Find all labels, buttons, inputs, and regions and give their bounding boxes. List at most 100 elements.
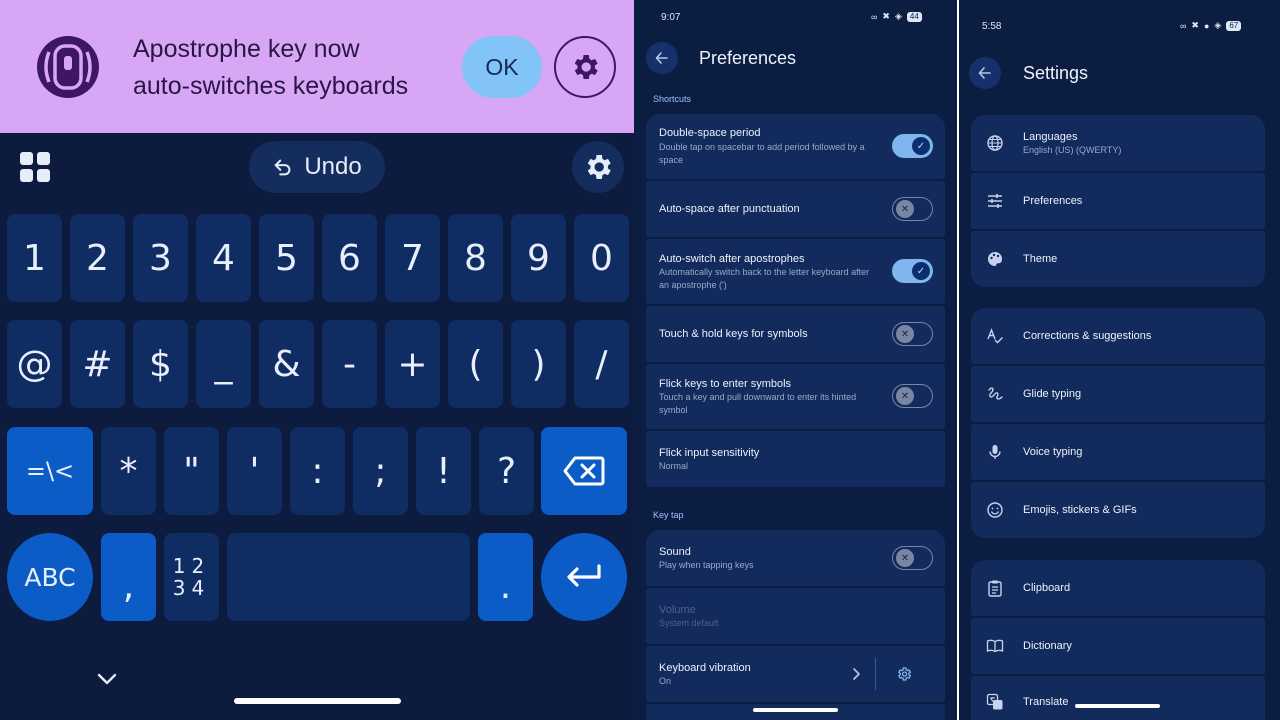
pref-auto-space[interactable]: Auto-space after punctuation ✕: [646, 181, 945, 237]
key-question[interactable]: ?: [479, 427, 534, 515]
pref-title: Auto-switch after apostrophes: [659, 253, 805, 265]
pref-title: Sound: [659, 546, 691, 558]
pref-title: Keyboard vibration: [659, 662, 751, 674]
settings-item-clipboard[interactable]: Clipboard: [971, 560, 1265, 616]
key-underscore[interactable]: _: [196, 320, 251, 408]
keyboard-settings-button[interactable]: [572, 141, 624, 193]
settings-item-emojis[interactable]: Emojis, stickers & GIFs: [971, 482, 1265, 538]
settings-item-corrections[interactable]: Corrections & suggestions: [971, 308, 1265, 364]
pref-flick-sensitivity[interactable]: Flick input sensitivity Normal: [646, 431, 945, 487]
key-9[interactable]: 9: [511, 214, 566, 302]
key-hash[interactable]: #: [70, 320, 125, 408]
settings-item-languages[interactable]: Languages English (US) (QWERTY): [971, 115, 1265, 171]
apps-grid-icon[interactable]: [20, 152, 50, 182]
pref-auto-switch-apostrophes[interactable]: Auto-switch after apostrophes Automatica…: [646, 239, 945, 304]
enter-icon: [567, 564, 601, 587]
toggle-touch-hold[interactable]: ✕: [892, 322, 933, 346]
settings-item-title: Languages: [1023, 131, 1078, 143]
keyboard-panel: Apostrophe key now auto-switches keyboar…: [0, 0, 634, 720]
settings-item-voice-typing[interactable]: Voice typing: [971, 424, 1265, 480]
settings-item-title: Translate: [1023, 696, 1069, 708]
gesture-nav-handle[interactable]: [1075, 704, 1160, 708]
key-6[interactable]: 6: [322, 214, 377, 302]
page-title: Settings: [1023, 63, 1089, 83]
settings-item-translate[interactable]: Translate: [971, 676, 1265, 720]
toggle-auto-space[interactable]: ✕: [892, 197, 933, 221]
key-asterisk[interactable]: *: [101, 427, 156, 515]
status-time: 9:07: [661, 12, 681, 23]
divider: [875, 658, 876, 690]
key-1[interactable]: 1: [7, 214, 62, 302]
key-colon[interactable]: :: [290, 427, 345, 515]
gesture-nav-handle[interactable]: [234, 698, 401, 704]
key-close-paren[interactable]: ): [511, 320, 566, 408]
gesture-nav-handle[interactable]: [753, 708, 838, 712]
gear-icon[interactable]: [896, 666, 912, 682]
more-symbols-key[interactable]: =\<: [7, 427, 93, 515]
key-exclamation[interactable]: !: [416, 427, 471, 515]
settings-item-dictionary[interactable]: Dictionary: [971, 618, 1265, 674]
pref-keyboard-vibration[interactable]: Keyboard vibration On: [646, 646, 945, 702]
check-icon: ✓: [912, 262, 930, 280]
arrow-left-icon: [978, 67, 991, 79]
key-slash[interactable]: /: [574, 320, 629, 408]
banner-settings-button[interactable]: [554, 36, 616, 98]
x-icon: ✕: [896, 549, 914, 567]
key-open-paren[interactable]: (: [448, 320, 503, 408]
banner-message-line2: auto-switches keyboards: [133, 72, 409, 100]
key-plus[interactable]: +: [385, 320, 440, 408]
settings-item-theme[interactable]: Theme: [971, 231, 1265, 287]
pref-touch-hold[interactable]: Touch & hold keys for symbols ✕: [646, 306, 945, 362]
key-semicolon[interactable]: ;: [353, 427, 408, 515]
wifi-icon: ◈: [1214, 20, 1222, 30]
toggle-sound[interactable]: ✕: [892, 546, 933, 570]
pref-sound[interactable]: Sound Play when tapping keys ✕: [646, 530, 945, 586]
backspace-key[interactable]: [541, 427, 627, 515]
key-minus[interactable]: -: [322, 320, 377, 408]
pref-title: Double-space period: [659, 127, 761, 139]
toggle-flick-keys[interactable]: ✕: [892, 384, 933, 408]
back-button[interactable]: [646, 42, 678, 74]
pref-flick-keys[interactable]: Flick keys to enter symbols Touch a key …: [646, 364, 945, 429]
banner-ok-button[interactable]: OK: [462, 36, 542, 98]
undo-icon: [274, 159, 291, 176]
key-double-quote[interactable]: ": [164, 427, 219, 515]
gesture-icon: [988, 387, 1003, 400]
key-apostrophe[interactable]: ': [227, 427, 282, 515]
key-5[interactable]: 5: [259, 214, 314, 302]
enter-key[interactable]: [541, 533, 627, 621]
key-3[interactable]: 3: [133, 214, 188, 302]
key-0[interactable]: 0: [574, 214, 629, 302]
gear-icon: [574, 55, 598, 79]
settings-item-preferences[interactable]: Preferences: [971, 173, 1265, 229]
settings-item-glide-typing[interactable]: Glide typing: [971, 366, 1265, 422]
key-comma[interactable]: ,: [101, 533, 156, 621]
toggle-auto-switch[interactable]: ✓: [892, 259, 933, 283]
undo-label: Undo: [304, 153, 362, 180]
key-dollar[interactable]: $: [133, 320, 188, 408]
settings-item-title: Preferences: [1023, 195, 1083, 207]
abc-key[interactable]: ABC: [7, 533, 93, 621]
key-at[interactable]: @: [7, 320, 62, 408]
spacebar[interactable]: [227, 533, 470, 621]
settings-panel: 5:58 ∞ ✖ ● ◈ 67 Settings Languages Engli…: [959, 0, 1280, 720]
numpad-key[interactable]: 12 34: [164, 533, 219, 621]
key-4[interactable]: 4: [196, 214, 251, 302]
key-period[interactable]: .: [478, 533, 533, 621]
key-7[interactable]: 7: [385, 214, 440, 302]
key-2[interactable]: 2: [70, 214, 125, 302]
back-button[interactable]: [969, 57, 1001, 89]
gboard-logo-icon: [37, 36, 99, 98]
key-ampersand[interactable]: &: [259, 320, 314, 408]
page-title: Preferences: [699, 48, 797, 68]
chevron-down-icon[interactable]: [96, 672, 118, 686]
settings-item-title: Voice typing: [1023, 446, 1083, 458]
pref-double-space-period[interactable]: Double-space period Double tap on spaceb…: [646, 114, 945, 179]
undo-button[interactable]: Undo: [249, 141, 385, 193]
link-icon: ∞: [1180, 20, 1187, 31]
toggle-double-space[interactable]: ✓: [892, 134, 933, 158]
key-8[interactable]: 8: [448, 214, 503, 302]
settings-item-title: Theme: [1023, 253, 1058, 265]
pref-title: Flick keys to enter symbols: [659, 378, 792, 390]
mute-icon: ✖: [1191, 20, 1199, 30]
